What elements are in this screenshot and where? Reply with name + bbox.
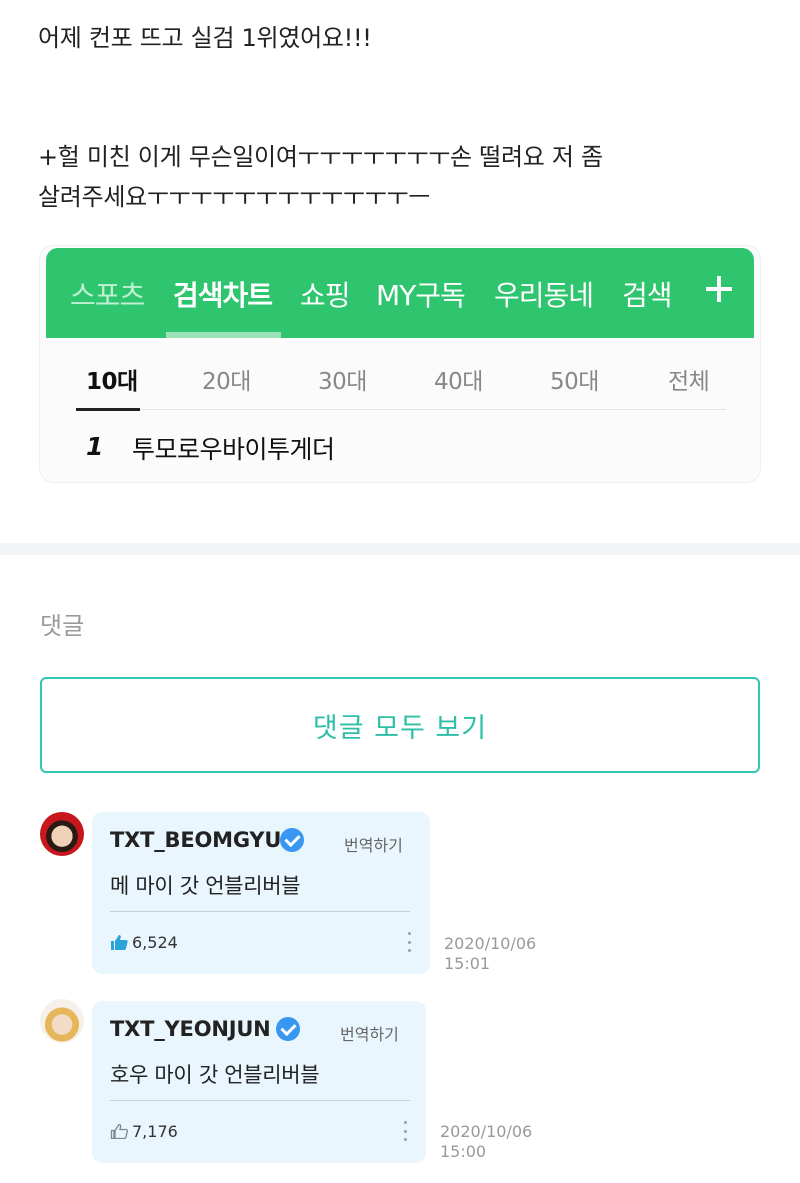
comment-bubble: TXT_BEOMGYU 번역하기 메 마이 갓 언블리버블 6,524: [92, 812, 430, 974]
comment-divider: [110, 1100, 410, 1101]
comment-timestamp: 2020/10/06 15:01: [444, 934, 536, 974]
more-options-icon[interactable]: [406, 932, 412, 952]
comment-text: 메 마이 갓 언블리버블: [110, 874, 301, 898]
rank-keyword: 투모로우바이투게더: [132, 435, 335, 464]
tab-my-subscription: MY구독: [376, 279, 466, 312]
thumbs-up-icon[interactable]: [110, 1123, 128, 1139]
post-text-line-1: 어제 컨포 뜨고 실검 1위였어요!!!: [38, 24, 372, 52]
comment-username[interactable]: TXT_YEONJUN: [110, 1017, 271, 1041]
translate-link[interactable]: 번역하기: [344, 832, 403, 856]
section-divider: [0, 543, 800, 555]
age-tab-40s: 40대: [434, 369, 483, 395]
comment-text: 호우 마이 갓 언블리버블: [110, 1063, 320, 1087]
age-tab-divider: [76, 409, 726, 410]
like-count: 7,176: [132, 1122, 178, 1141]
plus-icon: [704, 274, 734, 304]
translate-link[interactable]: 번역하기: [340, 1021, 399, 1045]
comment-date: 2020/10/06: [440, 1122, 533, 1141]
comment-time: 15:01: [444, 954, 491, 973]
verified-badge-icon: [276, 1017, 300, 1041]
comment-divider: [110, 911, 410, 912]
more-options-icon[interactable]: [402, 1121, 408, 1141]
age-tab-all: 전체: [668, 369, 710, 395]
avatar[interactable]: [40, 812, 84, 856]
tab-shopping: 쇼핑: [300, 279, 351, 312]
age-tab-50s: 50대: [550, 369, 599, 395]
tab-search-chart: 검색차트: [173, 279, 273, 312]
rank-number: 1: [86, 432, 104, 461]
search-chart-screenshot: 스포츠 검색차트 쇼핑 MY구독 우리동네 검색 10대 20대 30대 40대…: [40, 246, 760, 482]
tab-search: 검색: [622, 279, 673, 312]
post-text-line-2: +헐 미친 이게 무슨일이여ㅜㅜㅜㅜㅜㅜㅜ손 떨려요 저 좀: [38, 143, 603, 171]
comments-title: 댓글: [40, 612, 85, 640]
age-tab-20s: 20대: [202, 369, 251, 395]
like-count: 6,524: [132, 933, 178, 952]
verified-badge-icon: [280, 828, 304, 852]
comment-date: 2020/10/06: [444, 934, 537, 953]
comment-time: 15:00: [440, 1142, 487, 1161]
comment-username[interactable]: TXT_BEOMGYU: [110, 828, 281, 852]
post-text-line-3: 살려주세요ㅜㅜㅜㅜㅜㅜㅜㅜㅜㅜㅜㅜㅡ: [38, 183, 431, 211]
search-tab-bar: 스포츠 검색차트 쇼핑 MY구독 우리동네 검색: [46, 248, 754, 338]
age-tab-30s: 30대: [318, 369, 367, 395]
age-tab-10s: 10대: [86, 369, 138, 395]
comment-timestamp: 2020/10/06 15:00: [440, 1122, 532, 1162]
avatar[interactable]: [40, 999, 84, 1043]
comment-bubble: TXT_YEONJUN 번역하기 호우 마이 갓 언블리버블 7,176: [92, 1001, 426, 1163]
tab-neighborhood: 우리동네: [494, 279, 594, 312]
active-age-underline: [76, 408, 140, 411]
thumbs-up-icon[interactable]: [110, 934, 128, 950]
view-all-comments-button[interactable]: 댓글 모두 보기: [40, 677, 760, 773]
tab-sports: 스포츠: [70, 279, 145, 312]
active-tab-underline: [166, 332, 281, 338]
